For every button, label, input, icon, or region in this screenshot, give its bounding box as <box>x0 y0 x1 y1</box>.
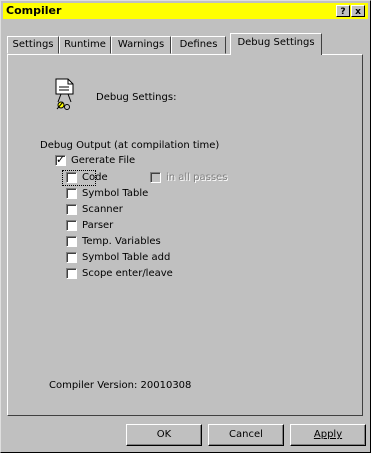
tab-debug-settings[interactable]: Debug Settings <box>230 33 322 55</box>
code-checkbox[interactable] <box>66 172 77 183</box>
ok-button[interactable]: OK <box>126 424 202 446</box>
tab-defines[interactable]: Defines <box>171 36 226 54</box>
tab-warnings[interactable]: Warnings <box>111 36 171 54</box>
in-all-passes-label: in all passes <box>166 172 228 183</box>
checkmark-icon: ✓ <box>56 153 66 166</box>
window-title: Compiler <box>6 4 62 17</box>
scanner-label: Scanner <box>82 204 123 215</box>
generate-file-label: Gererate File <box>71 155 136 166</box>
cancel-button[interactable]: Cancel <box>208 424 284 446</box>
temp-variables-checkbox[interactable] <box>66 236 77 247</box>
help-button[interactable]: ? <box>336 5 350 17</box>
scope-enter-leave-checkbox[interactable] <box>66 268 77 279</box>
parser-checkbox[interactable] <box>66 220 77 231</box>
generate-file-checkbox[interactable]: ✓ <box>55 153 66 166</box>
in-all-passes-checkbox[interactable] <box>150 172 161 183</box>
tab-settings[interactable]: Settings <box>7 36 59 54</box>
debug-settings-icon <box>55 78 74 110</box>
compiler-version: Compiler Version: 20010308 <box>49 380 192 391</box>
scanner-checkbox[interactable] <box>66 204 77 215</box>
debug-settings-heading: Debug Settings: <box>96 92 177 103</box>
scope-enter-leave-label: Scope enter/leave <box>82 268 173 279</box>
temp-variables-label: Temp. Variables <box>82 236 161 247</box>
symbol-table-add-checkbox[interactable] <box>66 252 77 263</box>
title-bar[interactable]: Compiler ? x <box>3 3 368 19</box>
parser-label: Parser <box>82 220 114 231</box>
code-label: Code <box>82 172 108 183</box>
symbol-table-add-label: Symbol Table add <box>82 252 171 263</box>
debug-output-group-label: Debug Output (at compilation time) <box>38 139 222 152</box>
tab-runtime[interactable]: Runtime <box>59 36 111 54</box>
close-button[interactable]: x <box>351 5 365 17</box>
apply-button[interactable]: Apply <box>290 424 366 446</box>
symbol-table-label: Symbol Table <box>82 188 149 199</box>
symbol-table-checkbox[interactable] <box>66 188 77 199</box>
